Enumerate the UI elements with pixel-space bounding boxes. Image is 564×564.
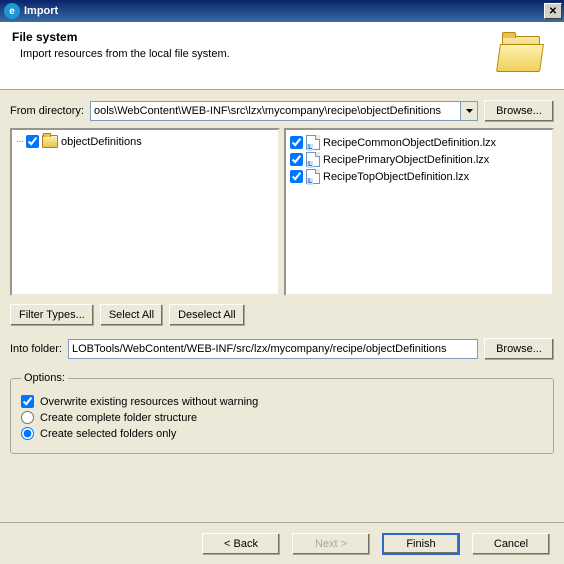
folder-tree-pane[interactable]: ··· objectDefinitions [10, 128, 280, 296]
create-selected-label: Create selected folders only [40, 428, 176, 440]
into-folder-input[interactable] [68, 339, 478, 359]
from-directory-label: From directory: [10, 105, 84, 117]
chevron-down-icon [466, 109, 473, 113]
wizard-header: File system Import resources from the lo… [0, 22, 564, 90]
options-group: Options: Overwrite existing resources wi… [10, 372, 554, 454]
tree-item[interactable]: ··· objectDefinitions [16, 134, 274, 149]
select-all-button[interactable]: Select All [100, 304, 163, 326]
page-title: File system [12, 30, 552, 44]
create-complete-label: Create complete folder structure [40, 412, 197, 424]
into-folder-label: Into folder: [10, 343, 62, 355]
deselect-all-button[interactable]: Deselect All [169, 304, 244, 326]
wizard-footer: < Back Next > Finish Cancel [0, 522, 564, 564]
from-directory-input[interactable] [90, 101, 461, 121]
file-icon: L [306, 169, 320, 184]
folder-icon [42, 135, 58, 148]
title-bar: e Import ✕ [0, 0, 564, 22]
page-subtitle: Import resources from the local file sys… [20, 48, 552, 60]
file-checkbox[interactable] [290, 136, 303, 149]
back-button[interactable]: < Back [202, 533, 280, 555]
file-name: RecipePrimaryObjectDefinition.lzx [323, 154, 489, 166]
create-complete-radio[interactable] [21, 411, 34, 424]
tree-item-label: objectDefinitions [61, 136, 142, 148]
file-name: RecipeTopObjectDefinition.lzx [323, 171, 469, 183]
from-browse-button[interactable]: Browse... [484, 100, 554, 122]
into-browse-button[interactable]: Browse... [484, 338, 554, 360]
folder-decoration-icon [498, 36, 546, 74]
cancel-button[interactable]: Cancel [472, 533, 550, 555]
tree-checkbox[interactable] [26, 135, 39, 148]
file-item[interactable]: LRecipePrimaryObjectDefinition.lzx [290, 151, 548, 168]
filter-types-button[interactable]: Filter Types... [10, 304, 94, 326]
file-icon: L [306, 152, 320, 167]
file-name: RecipeCommonObjectDefinition.lzx [323, 137, 496, 149]
finish-button[interactable]: Finish [382, 533, 460, 555]
from-directory-combo[interactable] [90, 101, 478, 121]
file-checkbox[interactable] [290, 153, 303, 166]
file-item[interactable]: LRecipeCommonObjectDefinition.lzx [290, 134, 548, 151]
file-item[interactable]: LRecipeTopObjectDefinition.lzx [290, 168, 548, 185]
overwrite-label: Overwrite existing resources without war… [40, 396, 258, 408]
tree-connector-icon: ··· [16, 136, 23, 147]
app-icon: e [4, 3, 20, 19]
window-title: Import [24, 5, 544, 17]
next-button[interactable]: Next > [292, 533, 370, 555]
create-selected-radio[interactable] [21, 427, 34, 440]
file-list-pane[interactable]: LRecipeCommonObjectDefinition.lzxLRecipe… [284, 128, 554, 296]
close-button[interactable]: ✕ [544, 3, 562, 19]
from-directory-dropdown[interactable] [461, 101, 478, 121]
options-legend: Options: [21, 372, 68, 384]
file-icon: L [306, 135, 320, 150]
overwrite-checkbox[interactable] [21, 395, 34, 408]
file-checkbox[interactable] [290, 170, 303, 183]
